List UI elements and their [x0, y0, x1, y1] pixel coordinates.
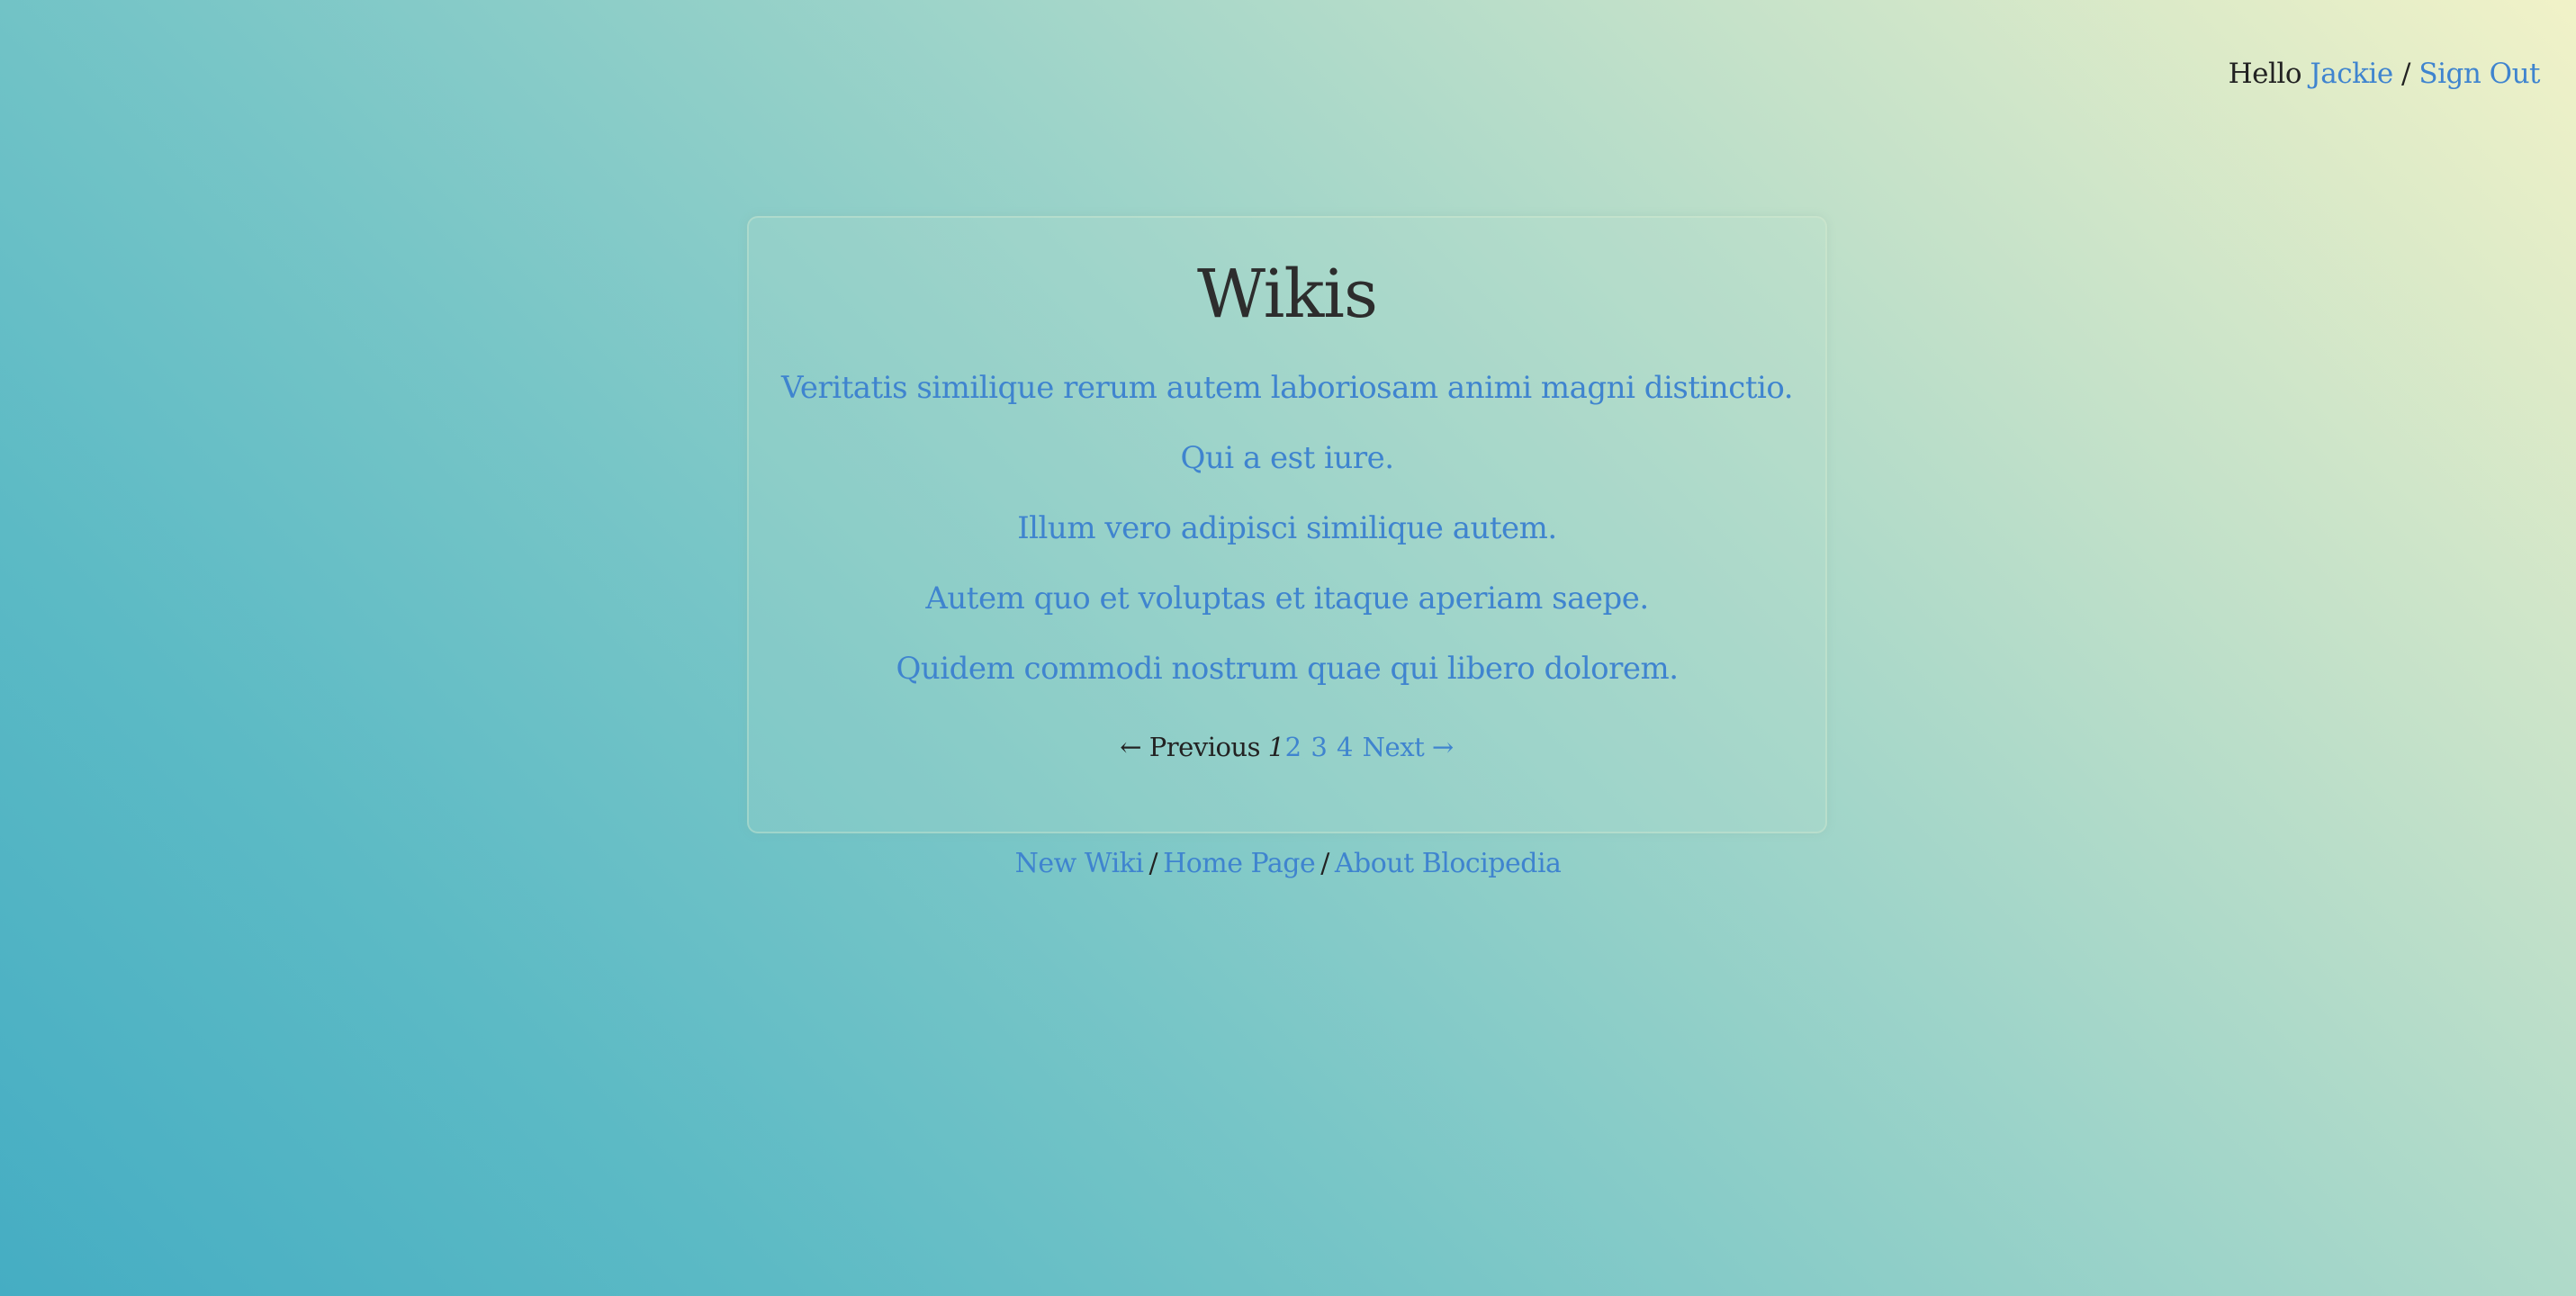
page-title: Wikis — [1197, 256, 1378, 333]
wikis-card: Wikis Veritatis similique rerum autem la… — [747, 216, 1827, 833]
current-page: 1 — [1267, 732, 1284, 762]
wiki-link[interactable]: Veritatis similique rerum autem laborios… — [781, 370, 1794, 406]
sign-out-link[interactable]: Sign Out — [2418, 58, 2540, 90]
list-item: Qui a est iure. — [749, 432, 1825, 502]
user-nav: Hello Jackie / Sign Out — [2228, 56, 2541, 92]
wiki-link[interactable]: Autem quo et voluptas et itaque aperiam … — [925, 580, 1649, 616]
page-link-4[interactable]: 4 — [1337, 732, 1353, 762]
footer-nav: New Wiki / Home Page / About Blocipedia — [0, 846, 2576, 882]
wiki-link[interactable]: Illum vero adipisci similique autem. — [1017, 510, 1557, 546]
wiki-link[interactable]: Qui a est iure. — [1180, 440, 1394, 476]
greeting-text: Hello — [2228, 58, 2302, 90]
footer-separator: / — [1320, 848, 1329, 879]
list-item: Veritatis similique rerum autem laborios… — [749, 362, 1825, 432]
user-nav-separator: / — [2401, 58, 2410, 90]
home-page-link[interactable]: Home Page — [1163, 848, 1316, 879]
previous-page-disabled: ← Previous — [1120, 732, 1260, 762]
footer-separator: / — [1148, 848, 1158, 879]
wiki-link[interactable]: Quidem commodi nostrum quae qui libero d… — [896, 651, 1679, 687]
pagination: ← Previous 12 3 4 Next → — [749, 729, 1825, 765]
new-wiki-link[interactable]: New Wiki — [1015, 848, 1144, 879]
next-page-link[interactable]: Next → — [1363, 732, 1455, 762]
list-item: Quidem commodi nostrum quae qui libero d… — [749, 643, 1825, 713]
about-link[interactable]: About Blocipedia — [1335, 848, 1562, 879]
user-profile-link[interactable]: Jackie — [2310, 58, 2393, 90]
page-link-2[interactable]: 2 — [1285, 732, 1302, 762]
list-item: Illum vero adipisci similique autem. — [749, 502, 1825, 572]
list-item: Autem quo et voluptas et itaque aperiam … — [749, 572, 1825, 643]
wiki-list: Veritatis similique rerum autem laborios… — [749, 362, 1825, 713]
page-link-3[interactable]: 3 — [1311, 732, 1327, 762]
